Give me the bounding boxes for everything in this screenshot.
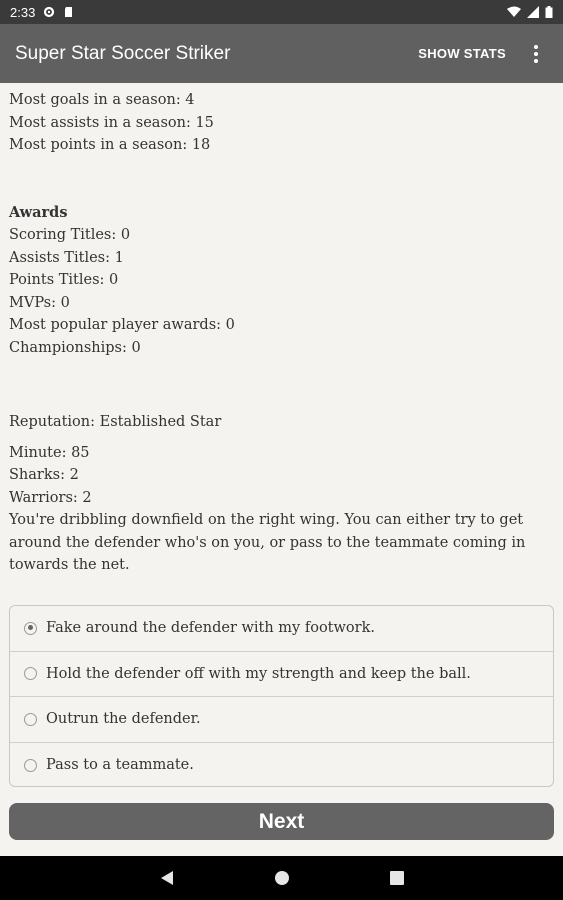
situation-text: You're dribbling downfield on the right … — [9, 512, 526, 573]
assists-titles: Assists Titles: 1 — [9, 249, 124, 266]
status-bar: 2:33 — [0, 0, 563, 24]
show-stats-button[interactable]: SHOW STATS — [418, 46, 506, 61]
status-time: 2:33 — [10, 4, 36, 20]
awards-heading: Awards — [9, 203, 68, 221]
game-minute: Minute: 85 — [9, 444, 90, 461]
next-button[interactable]: Next — [9, 803, 554, 840]
settings-icon — [44, 6, 55, 18]
overflow-menu-icon[interactable] — [524, 42, 548, 66]
scoring-titles: Scoring Titles: 0 — [9, 227, 131, 243]
sd-card-icon — [65, 7, 73, 17]
home-icon[interactable] — [274, 870, 290, 886]
back-icon[interactable] — [160, 870, 174, 886]
mvps: MVPs: 0 — [9, 294, 70, 311]
choice-label: Outrun the defender. — [46, 711, 201, 728]
points-titles: Points Titles: 0 — [9, 272, 119, 288]
score-sharks: Sharks: 2 — [9, 467, 79, 483]
choice-option[interactable]: Outrun the defender. — [10, 697, 553, 743]
score-warriors: Warriors: 2 — [9, 489, 92, 506]
app-title: Super Star Soccer Striker — [15, 42, 231, 64]
choice-option[interactable]: Hold the defender off with my strength a… — [10, 652, 553, 697]
app-bar: Super Star Soccer Striker SHOW STATS — [0, 24, 563, 83]
navigation-bar — [0, 856, 563, 900]
choice-label: Pass to a teammate. — [46, 757, 194, 774]
career-content: Most goals in a season: 4 Most assists i… — [0, 83, 563, 577]
record-goals: Most goals in a season: 4 — [9, 92, 195, 108]
radio-selected-icon[interactable] — [24, 621, 37, 635]
choice-list: Fake around the defender with my footwor… — [9, 605, 554, 787]
battery-icon — [545, 6, 553, 18]
signal-icon — [527, 6, 539, 18]
choice-option[interactable]: Pass to a teammate. — [10, 743, 553, 787]
radio-icon[interactable] — [24, 758, 37, 772]
record-assists: Most assists in a season: 15 — [9, 114, 214, 131]
championships: Championships: 0 — [9, 339, 141, 356]
choice-label: Fake around the defender with my footwor… — [46, 620, 375, 637]
choice-label: Hold the defender off with my strength a… — [46, 665, 471, 682]
radio-icon[interactable] — [24, 712, 37, 726]
radio-icon[interactable] — [24, 667, 37, 681]
choice-option[interactable]: Fake around the defender with my footwor… — [10, 606, 553, 652]
reputation: Reputation: Established Star — [9, 414, 222, 430]
popular-player-awards: Most popular player awards: 0 — [9, 317, 235, 333]
recents-icon[interactable] — [389, 871, 404, 885]
wifi-icon — [507, 6, 521, 17]
record-points: Most points in a season: 18 — [9, 137, 211, 153]
